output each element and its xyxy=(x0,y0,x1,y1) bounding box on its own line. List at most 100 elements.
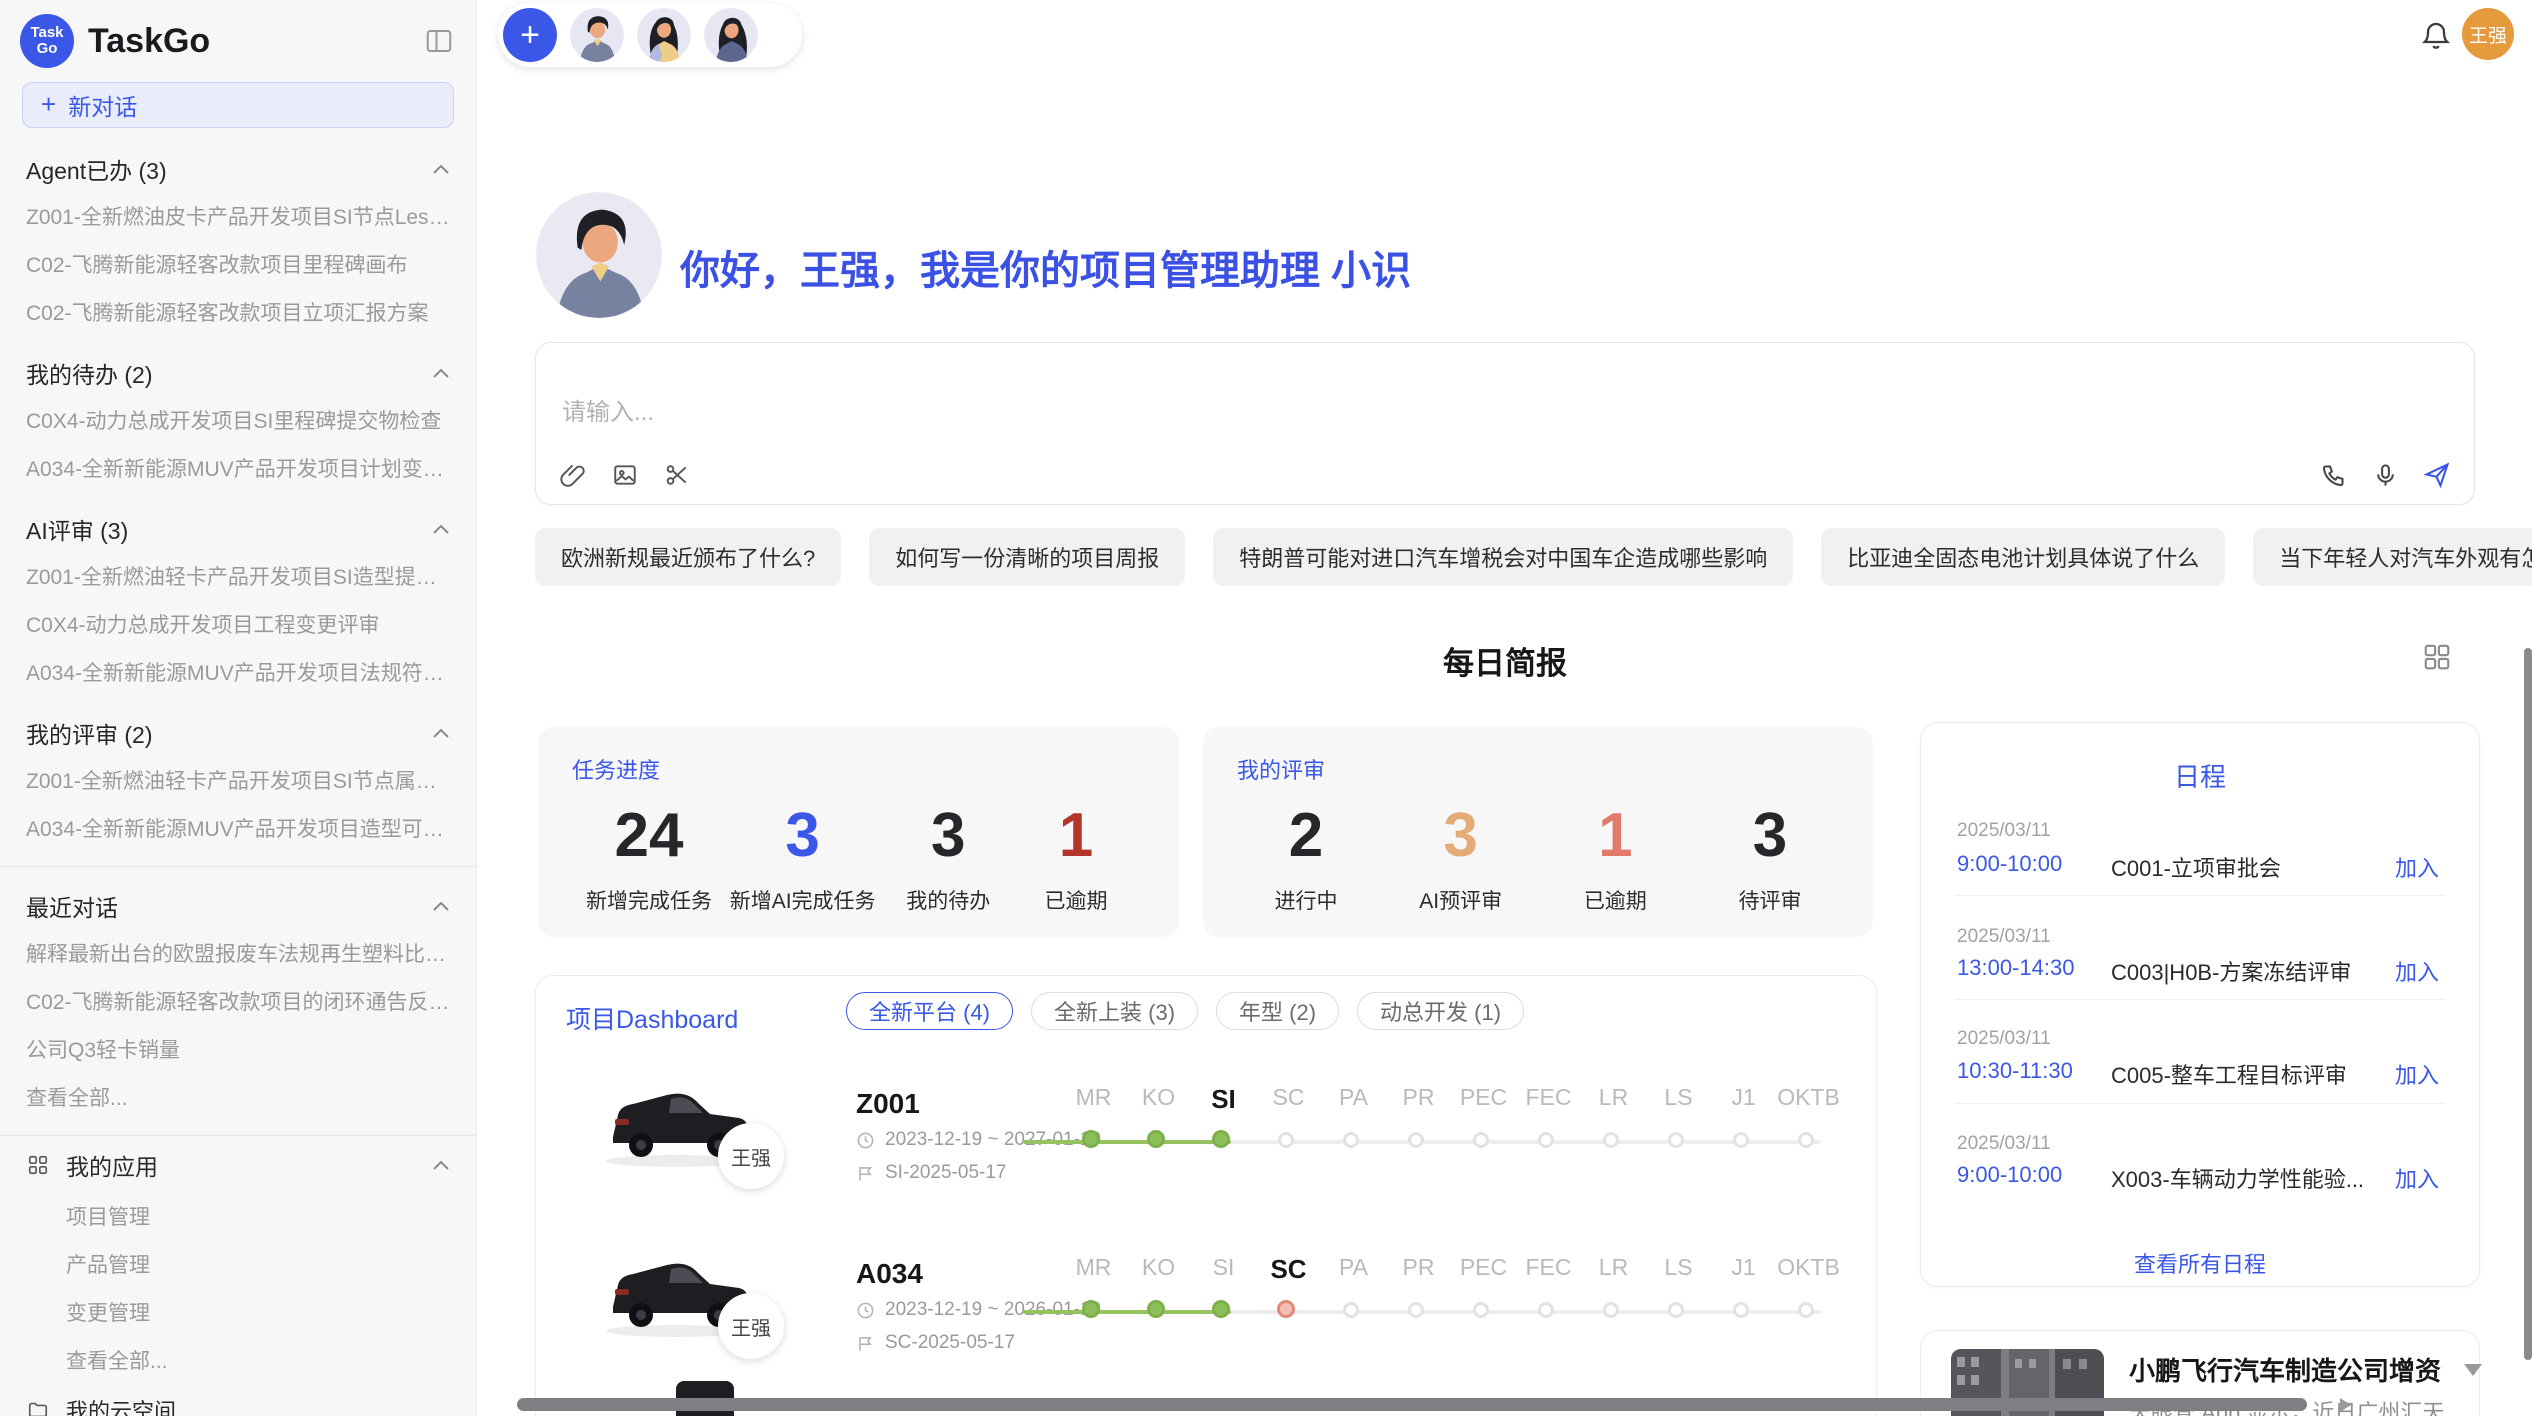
list-item[interactable]: Z001-全新燃油皮卡产品开发项目SI节点Lesson Learn报告 xyxy=(0,192,476,240)
send-icon[interactable] xyxy=(2422,460,2452,490)
filter-year-model[interactable]: 年型 (2) xyxy=(1216,992,1339,1030)
list-item[interactable]: A034-全新新能源MUV产品开发项目计划变更表编写 xyxy=(0,444,476,492)
list-item[interactable]: Z001-全新燃油轻卡产品开发项目SI造型提交物评审 xyxy=(0,552,476,600)
scroll-right-arrow[interactable] xyxy=(2340,1398,2351,1412)
schedule-time: 13:00-14:30 xyxy=(1957,955,2074,981)
milestone-dot xyxy=(1473,1302,1489,1318)
app-title: TaskGo xyxy=(88,22,422,61)
chevron-up-icon xyxy=(432,163,450,175)
add-workspace-button[interactable]: + xyxy=(503,8,557,62)
list-item[interactable]: A034-全新新能源MUV产品开发项目法规符合性评审 xyxy=(0,648,476,696)
filter-new-platform[interactable]: 全新平台 (4) xyxy=(846,992,1013,1030)
suggestion-chip[interactable]: 欧洲新规最近颁布了什么? xyxy=(535,528,841,586)
dashboard-title: 项目Dashboard xyxy=(566,1000,738,1036)
list-item[interactable]: C02-飞腾新能源轻客改款项目立项汇报方案 xyxy=(0,288,476,336)
microphone-icon[interactable] xyxy=(2370,460,2400,490)
view-all-apps[interactable]: 查看全部... xyxy=(0,1336,476,1384)
section-title: 最近对话 xyxy=(26,889,118,923)
section-title: 我的待办 (2) xyxy=(26,356,153,390)
list-item[interactable]: 解释最新出台的欧盟报废车法规再生塑料比例被调至15%... xyxy=(0,929,476,977)
join-button[interactable]: 加入 xyxy=(2395,851,2439,883)
schedule-time: 9:00-10:00 xyxy=(1957,1162,2062,1188)
view-all-schedule[interactable]: 查看所有日程 xyxy=(1921,1247,2479,1279)
list-item[interactable]: C02-飞腾新能源轻客改款项目里程碑画布 xyxy=(0,240,476,288)
milestone-dot xyxy=(1082,1300,1100,1318)
section-ai-review[interactable]: AI评审 (3) xyxy=(0,492,476,552)
section-recent-chats[interactable]: 最近对话 xyxy=(0,869,476,929)
project-next-milestone: SC-2025-05-17 xyxy=(856,1332,1015,1354)
new-chat-label: 新对话 xyxy=(68,88,137,122)
scroll-down-arrow[interactable] xyxy=(2464,1364,2482,1376)
briefing-title: 每日简报 xyxy=(535,638,2475,683)
my-review-card: 我的评审 2 进行中 3 AI预评审 1 已逾期 3 待评审 xyxy=(1203,727,1873,937)
logo-text-2: Go xyxy=(37,41,58,57)
stat-my-todo: 3 我的待办 xyxy=(893,801,1003,915)
milestone-dot xyxy=(1733,1132,1749,1148)
milestone-dot xyxy=(1603,1302,1619,1318)
view-all-chats[interactable]: 查看全部... xyxy=(0,1073,476,1121)
stat-pending-review: 3 待评审 xyxy=(1715,801,1825,915)
sidebar-item-cloud-space[interactable]: 我的云空间 xyxy=(0,1384,476,1416)
milestone-dot xyxy=(1473,1132,1489,1148)
list-item[interactable]: C02-飞腾新能源轻客改款项目的闭环通告反馈情况 xyxy=(0,977,476,1025)
milestone-line-done xyxy=(1023,1140,1231,1144)
image-icon[interactable] xyxy=(610,460,640,490)
phone-icon[interactable] xyxy=(2318,460,2348,490)
schedule-event: C005-整车工程目标评审 xyxy=(2111,1058,2347,1090)
chat-input[interactable] xyxy=(560,398,2060,428)
section-my-review[interactable]: 我的评审 (2) xyxy=(0,696,476,756)
sidebar-item-my-apps[interactable]: 我的应用 xyxy=(0,1138,476,1192)
schedule-date: 2025/03/11 xyxy=(1957,1133,2051,1155)
user-avatar[interactable]: 王强 xyxy=(2462,8,2514,60)
scissors-icon[interactable] xyxy=(662,460,692,490)
project-owner-badge: 王强 xyxy=(718,1293,784,1359)
list-item[interactable]: C0X4-动力总成开发项目工程变更评审 xyxy=(0,600,476,648)
section-my-todo[interactable]: 我的待办 (2) xyxy=(0,336,476,396)
sidebar-item-project-mgmt[interactable]: 项目管理 xyxy=(0,1192,476,1240)
milestone-dot-overdue xyxy=(1277,1300,1295,1318)
milestone-track: MR KO SI SC PA PR PEC FEC LR LS J1 OKTB xyxy=(1061,1254,1841,1344)
chevron-up-icon xyxy=(432,900,450,912)
join-button[interactable]: 加入 xyxy=(2395,1058,2439,1090)
suggestion-chip[interactable]: 当下年轻人对汽车外观有怎样的喜好趋势 xyxy=(2253,528,2532,586)
attachment-icon[interactable] xyxy=(558,460,588,490)
schedule-title: 日程 xyxy=(1921,757,2479,794)
layout-grid-icon[interactable] xyxy=(2422,642,2452,672)
sidebar-item-product-mgmt[interactable]: 产品管理 xyxy=(0,1240,476,1288)
sidebar-collapse-icon[interactable] xyxy=(422,24,456,58)
schedule-event: C001-立项审批会 xyxy=(2111,851,2281,883)
list-item[interactable]: Z001-全新燃油轻卡产品开发项目SI节点属性5D文件评审 xyxy=(0,756,476,804)
list-item[interactable]: 公司Q3轻卡销量 xyxy=(0,1025,476,1073)
schedule-date: 2025/03/11 xyxy=(1957,1028,2051,1050)
chevron-up-icon xyxy=(432,1159,450,1171)
vertical-scrollbar[interactable] xyxy=(2524,648,2532,1360)
divider xyxy=(1955,895,2445,896)
suggestion-chip[interactable]: 如何写一份清晰的项目周报 xyxy=(869,528,1185,586)
filter-powertrain[interactable]: 动总开发 (1) xyxy=(1357,992,1524,1030)
member-avatar-1[interactable] xyxy=(570,8,624,62)
schedule-time: 9:00-10:00 xyxy=(1957,851,2062,877)
suggestion-chip[interactable]: 比亚迪全固态电池计划具体说了什么 xyxy=(1821,528,2225,586)
member-avatar-2[interactable] xyxy=(637,8,691,62)
milestone-dot xyxy=(1278,1132,1294,1148)
milestone-dot xyxy=(1147,1300,1165,1318)
list-item[interactable]: C0X4-动力总成开发项目SI里程碑提交物检查 xyxy=(0,396,476,444)
input-actions xyxy=(2318,460,2452,490)
list-item[interactable]: A034-全新新能源MUV产品开发项目造型可行性评审 xyxy=(0,804,476,852)
notification-bell-icon[interactable] xyxy=(2420,20,2452,52)
suggestion-chip[interactable]: 特朗普可能对进口汽车增税会对中国车企造成哪些影响 xyxy=(1213,528,1793,586)
join-button[interactable]: 加入 xyxy=(2395,1162,2439,1194)
section-agent-done[interactable]: Agent已办 (3) xyxy=(0,132,476,192)
project-owner-badge: 王强 xyxy=(718,1123,784,1189)
schedule-time: 10:30-11:30 xyxy=(1957,1058,2073,1084)
milestone-dot xyxy=(1212,1130,1230,1148)
member-avatar-3[interactable] xyxy=(704,8,758,62)
new-chat-button[interactable]: + 新对话 xyxy=(22,82,454,128)
schedule-event: X003-车辆动力学性能验... xyxy=(2111,1162,2364,1194)
sidebar-item-change-mgmt[interactable]: 变更管理 xyxy=(0,1288,476,1336)
schedule-date: 2025/03/11 xyxy=(1957,820,2051,842)
join-button[interactable]: 加入 xyxy=(2395,955,2439,987)
milestone-dot xyxy=(1668,1132,1684,1148)
horizontal-scrollbar[interactable] xyxy=(517,1398,2307,1411)
filter-new-body[interactable]: 全新上装 (3) xyxy=(1031,992,1198,1030)
